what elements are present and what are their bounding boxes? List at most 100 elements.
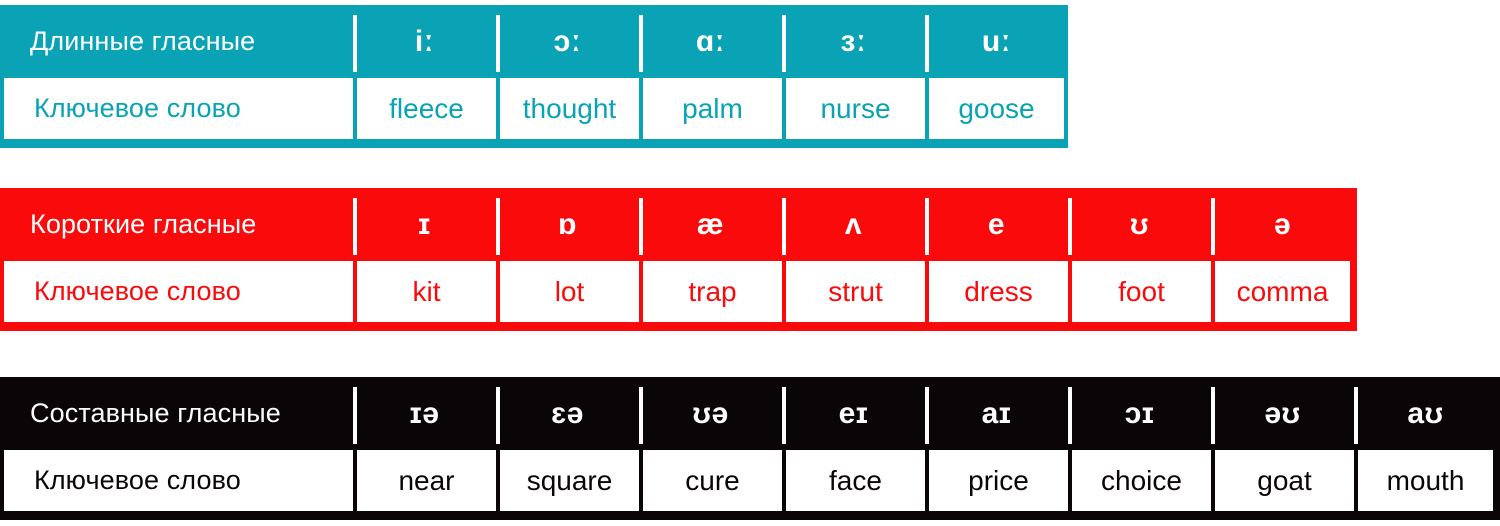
diphthong-keyword-cell[interactable]: cure: [639, 450, 782, 515]
long-vowel-keyword-cell[interactable]: goose: [925, 78, 1068, 143]
keyword-text: thought: [522, 92, 617, 124]
long-vowel-keyword-cell[interactable]: fleece: [353, 78, 496, 143]
short-vowels-header-row: Короткие гласные ɪ ɒ æ ʌ e ʊ ə: [0, 188, 1357, 261]
diphthong-symbol-cell[interactable]: aɪ: [925, 377, 1068, 450]
ipa-symbol: ɔɪ: [1124, 396, 1155, 430]
short-vowels-table: Короткие гласные ɪ ɒ æ ʌ e ʊ ə Ключевое …: [0, 188, 1357, 331]
short-vowel-keyword-cell[interactable]: strut: [782, 261, 925, 326]
long-vowels-header-row: Длинные гласные iː ɔː ɑː ɜː uː: [0, 5, 1068, 78]
diphthong-keyword-cell[interactable]: goat: [1211, 450, 1354, 515]
short-vowel-symbol-cell[interactable]: ɒ: [496, 188, 639, 261]
long-vowel-keyword-cell[interactable]: palm: [639, 78, 782, 143]
ipa-symbol: ɒ: [558, 207, 577, 241]
diphthongs-header-row: Составные гласные ɪə ɛə ʊə eɪ aɪ ɔɪ əʊ a…: [0, 377, 1500, 450]
keyword-text: fleece: [389, 92, 464, 124]
short-vowel-keyword-cell[interactable]: kit: [353, 261, 496, 326]
keyword-row-label: Ключевое слово: [34, 93, 241, 123]
long-vowel-symbol-cell[interactable]: ɜː: [782, 5, 925, 78]
short-vowel-keyword-cell[interactable]: foot: [1068, 261, 1211, 326]
short-vowel-keyword-cell[interactable]: dress: [925, 261, 1068, 326]
vowel-chart-page: Длинные гласные iː ɔː ɑː ɜː uː Ключевое …: [0, 0, 1500, 526]
diphthong-symbol-cell[interactable]: ɔɪ: [1068, 377, 1211, 450]
ipa-symbol: ɜː: [840, 24, 867, 58]
long-vowels-category-cell: Длинные гласные: [0, 5, 353, 78]
diphthong-symbol-cell[interactable]: aʊ: [1354, 377, 1497, 450]
diphthong-symbol-cell[interactable]: ɪə: [353, 377, 496, 450]
ipa-symbol: ʊ: [1129, 207, 1150, 241]
short-vowel-keyword-cell[interactable]: lot: [496, 261, 639, 326]
ipa-symbol: iː: [414, 24, 435, 58]
long-vowels-keyword-row: Ключевое слово fleece thought palm nurse…: [0, 78, 1068, 148]
diphthong-symbol-cell[interactable]: eɪ: [782, 377, 925, 450]
diphthong-keyword-cell[interactable]: face: [782, 450, 925, 515]
diphthongs-category-cell: Составные гласные: [0, 377, 353, 450]
diphthongs-keyword-row-label-cell: Ключевое слово: [0, 450, 353, 515]
keyword-text: kit: [412, 275, 441, 307]
short-vowel-symbol-cell[interactable]: ʌ: [782, 188, 925, 261]
short-vowel-keyword-cell[interactable]: trap: [639, 261, 782, 326]
keyword-text: goose: [958, 92, 1035, 124]
short-vowels-category-cell: Короткие гласные: [0, 188, 353, 261]
diphthongs-table: Составные гласные ɪə ɛə ʊə eɪ aɪ ɔɪ əʊ a…: [0, 377, 1500, 520]
keyword-text: lot: [554, 275, 585, 307]
short-vowel-keyword-cell[interactable]: comma: [1211, 261, 1354, 326]
long-vowels-keyword-row-label-cell: Ключевое слово: [0, 78, 353, 143]
short-vowel-symbol-cell[interactable]: æ: [639, 188, 782, 261]
ipa-symbol: ʌ: [844, 207, 863, 241]
long-vowel-symbol-cell[interactable]: ɔː: [496, 5, 639, 78]
short-vowels-keyword-row-label-cell: Ключевое слово: [0, 261, 353, 326]
keyword-row-label: Ключевое слово: [34, 276, 241, 306]
ipa-symbol: ɛə: [551, 396, 584, 430]
ipa-symbol: ɔː: [553, 24, 582, 58]
keyword-text: choice: [1101, 464, 1182, 496]
keyword-text: comma: [1236, 275, 1329, 307]
keyword-text: trap: [688, 275, 737, 307]
ipa-symbol: æ: [696, 207, 725, 241]
keyword-text: goat: [1257, 464, 1312, 496]
diphthong-keyword-cell[interactable]: mouth: [1354, 450, 1497, 515]
long-vowel-symbol-cell[interactable]: ɑː: [639, 5, 782, 78]
diphthong-symbol-cell[interactable]: ɛə: [496, 377, 639, 450]
long-vowels-category-label: Длинные гласные: [30, 26, 256, 56]
ipa-symbol: əʊ: [1264, 396, 1301, 430]
ipa-symbol: eɪ: [838, 396, 869, 430]
keyword-text: face: [829, 464, 882, 496]
keyword-text: palm: [682, 92, 743, 124]
keyword-text: near: [398, 464, 455, 496]
long-vowel-symbol-cell[interactable]: uː: [925, 5, 1068, 78]
short-vowel-symbol-cell[interactable]: ɪ: [353, 188, 496, 261]
short-vowels-keyword-row: Ключевое слово kit lot trap strut dress …: [0, 261, 1357, 331]
keyword-text: price: [968, 464, 1029, 496]
diphthong-keyword-cell[interactable]: square: [496, 450, 639, 515]
diphthong-keyword-cell[interactable]: choice: [1068, 450, 1211, 515]
keyword-text: cure: [685, 464, 740, 496]
short-vowel-symbol-cell[interactable]: e: [925, 188, 1068, 261]
short-vowel-symbol-cell[interactable]: ə: [1211, 188, 1354, 261]
ipa-symbol: aʊ: [1407, 396, 1444, 430]
ipa-symbol: ɪ: [418, 207, 431, 241]
ipa-symbol: ə: [1273, 207, 1292, 241]
ipa-symbol: ɪə: [409, 396, 440, 430]
short-vowel-symbol-cell[interactable]: ʊ: [1068, 188, 1211, 261]
long-vowel-keyword-cell[interactable]: nurse: [782, 78, 925, 143]
keyword-row-label: Ключевое слово: [34, 465, 241, 495]
long-vowel-keyword-cell[interactable]: thought: [496, 78, 639, 143]
keyword-text: square: [526, 464, 613, 496]
ipa-symbol: aɪ: [981, 396, 1012, 430]
keyword-text: nurse: [820, 92, 891, 124]
diphthong-keyword-cell[interactable]: near: [353, 450, 496, 515]
diphthongs-keyword-row: Ключевое слово near square cure face pri…: [0, 450, 1500, 520]
short-vowels-category-label: Короткие гласные: [30, 209, 257, 239]
long-vowels-table: Длинные гласные iː ɔː ɑː ɜː uː Ключевое …: [0, 5, 1068, 148]
keyword-text: mouth: [1386, 464, 1465, 496]
long-vowel-symbol-cell[interactable]: iː: [353, 5, 496, 78]
ipa-symbol: ʊə: [692, 396, 729, 430]
diphthong-symbol-cell[interactable]: əʊ: [1211, 377, 1354, 450]
ipa-symbol: e: [987, 207, 1006, 241]
ipa-symbol: ɑː: [695, 24, 726, 58]
diphthongs-category-label: Составные гласные: [30, 398, 281, 428]
diphthong-symbol-cell[interactable]: ʊə: [639, 377, 782, 450]
keyword-text: foot: [1118, 275, 1165, 307]
diphthong-keyword-cell[interactable]: price: [925, 450, 1068, 515]
ipa-symbol: uː: [981, 24, 1012, 58]
